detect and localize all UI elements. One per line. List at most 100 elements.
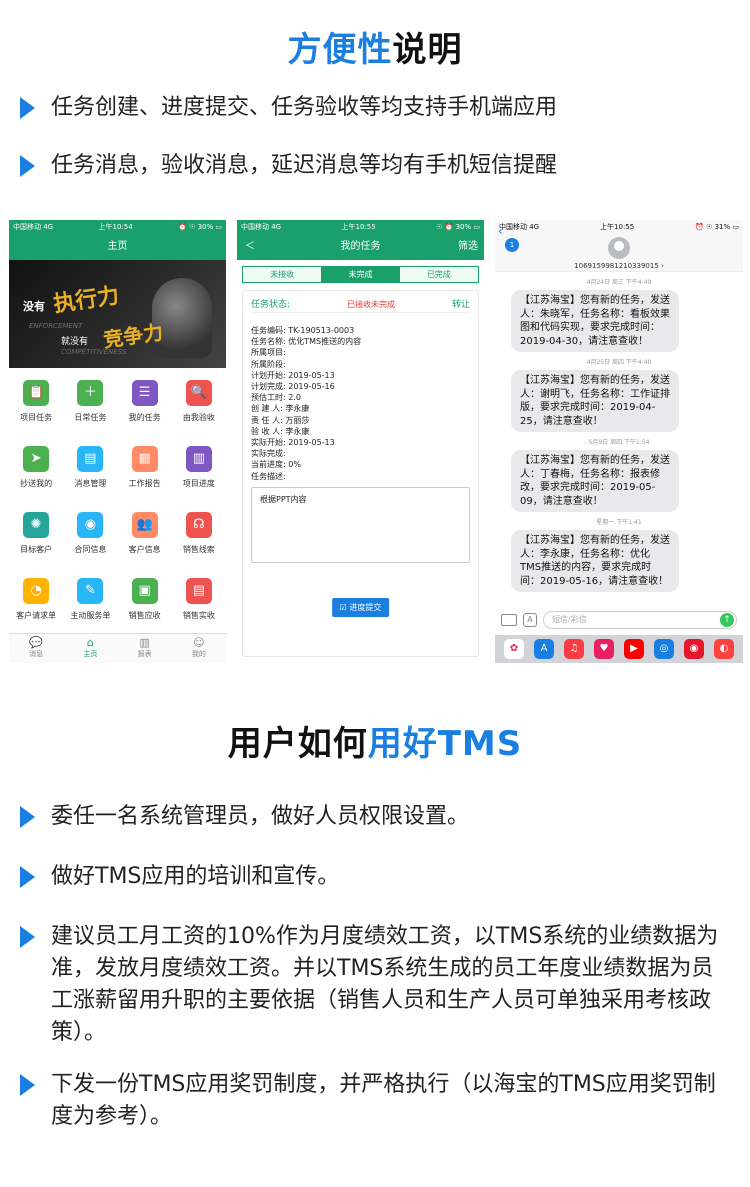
tray-app-icon[interactable]: ◉ (684, 639, 704, 659)
camera-icon[interactable] (501, 614, 517, 626)
transfer-button[interactable]: 转让 (452, 297, 470, 310)
banner-text: ENFORCEMENT (29, 322, 83, 330)
status-label: 任务状态: (251, 300, 291, 310)
module-icon: ▦ (131, 446, 158, 472)
tab-item[interactable]: ▥ 报表 (118, 634, 172, 663)
bottom-tab-bar: 💬 消息 ⌂ 主页 ▥ 报表 ☺ 我的 (9, 633, 226, 663)
tray-app-icon[interactable]: ♫ (564, 639, 584, 659)
triangle-bullet-icon (20, 806, 35, 828)
avatar (608, 237, 630, 259)
module-label: 合同信息 (74, 545, 107, 554)
module-item[interactable]: 👥 客户信息 (118, 512, 172, 574)
module-label: 工作报告 (128, 479, 161, 488)
module-icon: ✎ (77, 578, 104, 604)
module-item[interactable]: ◔ 客户请求单 (9, 578, 63, 640)
message-input[interactable]: 短信/彩信 ↑ (543, 611, 737, 629)
task-field: 当前进度: 0% (251, 460, 301, 470)
tray-app-icon[interactable]: ♥ (594, 639, 614, 659)
tab-item[interactable]: 💬 消息 (9, 634, 63, 663)
module-item[interactable]: ▥ 项目进度 (172, 446, 226, 508)
bullet-item: 下发一份TMS应用奖罚制度，并严格执行（以海宝的TMS应用奖罚制度为参考）。 (20, 1069, 730, 1133)
back-icon[interactable]: ＜ (245, 234, 255, 260)
bullet-text: 做好TMS应用的培训和宣传。 (51, 864, 340, 889)
tab-item[interactable]: ☺ 我的 (172, 634, 226, 663)
tab-completed[interactable]: 已完成 (399, 267, 478, 282)
message-bubble[interactable]: 【江苏海宝】您有新的任务，发送人：丁春梅，任务名称：报表修改，要求完成时间：20… (511, 450, 679, 512)
tab-label: 消息 (29, 650, 44, 658)
module-icon: ☰ (131, 380, 158, 406)
module-item[interactable]: ▤ 消息管理 (63, 446, 117, 508)
status-segment-control: 未接收 未完成 已完成 (242, 266, 479, 283)
module-item[interactable]: 📋 项目任务 (9, 380, 63, 442)
tab-label: 报表 (137, 650, 152, 658)
status-bar: 中国移动 4G 上午10:55 ⏰ ☉ 31% ▭ (495, 220, 743, 234)
time-label: 上午10:55 (341, 223, 376, 231)
module-item[interactable]: ▣ 销售应收 (118, 578, 172, 640)
module-label: 销售线索 (182, 545, 215, 554)
bullet-item: 委任一名系统管理员，做好人员权限设置。 (20, 801, 730, 833)
tab-not-completed[interactable]: 未完成 (321, 267, 400, 282)
tray-app-icon[interactable]: ▶ (624, 639, 644, 659)
message-bubble[interactable]: 【江苏海宝】您有新的任务，发送人：谢明飞，任务名称：工作证排版，要求完成时间：2… (511, 370, 679, 432)
module-grid: 📋 项目任务 ＋ 日常任务 ☰ 我的任务 🔍 由我验收 ➤ 抄送我的 ▤ 消息管理 ▦ 工作报告 ▥ 项目进度… (9, 368, 226, 640)
sender-number[interactable]: 1069159981210339015 › (495, 262, 743, 270)
battery-label: ⏰ ☉ 31% ▭ (695, 223, 739, 231)
task-field: 创 建 人: 李永康 (251, 404, 310, 414)
status-bar: 中国移动 4G 上午10:55 ☉ ⏰ 30% ▭ (237, 220, 484, 234)
carrier-label: 中国移动 4G (241, 223, 282, 231)
bullet-text: 任务创建、进度提交、任务验收等均支持手机端应用 (51, 95, 558, 120)
tray-app-icon[interactable]: ◎ (654, 639, 674, 659)
module-item[interactable]: ✺ 目标客户 (9, 512, 63, 574)
title-accent: 用好TMS (367, 724, 523, 764)
module-item[interactable]: 🔍 由我验收 (172, 380, 226, 442)
message-input-placeholder: 短信/彩信 (552, 615, 587, 624)
bullet-text: 任务消息，验收消息，延迟消息等均有手机短信提醒 (51, 153, 558, 178)
tab-not-received[interactable]: 未接收 (243, 267, 322, 282)
module-item[interactable]: ＋ 日常任务 (63, 380, 117, 442)
bullet-item: 任务消息，验收消息，延迟消息等均有手机短信提醒 (20, 150, 730, 182)
tray-app-icon[interactable]: ✿ (504, 639, 524, 659)
task-field: 所属项目: (251, 348, 286, 358)
module-item[interactable]: ➤ 抄送我的 (9, 446, 63, 508)
task-field: 预估工时: 2.0 (251, 393, 301, 403)
message-bubble[interactable]: 【江苏海宝】您有新的任务，发送人：李永康，任务名称：优化TMS推送的内容，要求完… (511, 530, 679, 592)
time-label: 上午10:54 (98, 223, 133, 231)
tab-item[interactable]: ⌂ 主页 (63, 634, 117, 663)
section-title-usage: 用户如何用好TMS (0, 716, 750, 765)
module-item[interactable]: ☊ 销售线索 (172, 512, 226, 574)
title-rest: 说明 (392, 30, 463, 70)
description-field[interactable]: 根据PPT内容 (251, 486, 470, 563)
module-icon: ▤ (185, 578, 212, 604)
module-label: 客户信息 (128, 545, 161, 554)
message-list: 4月24日 周三 下午4:49 【江苏海宝】您有新的任务，发送人：朱晓军，任务名称… (495, 277, 743, 592)
nav-title: 我的任务 (340, 241, 381, 252)
module-icon: 👥 (131, 512, 158, 538)
module-icon: 📋 (23, 380, 50, 406)
module-item[interactable]: ☰ 我的任务 (118, 380, 172, 442)
triangle-bullet-icon (20, 97, 35, 119)
module-label: 抄送我的 (20, 479, 53, 488)
module-item[interactable]: ✎ 主动服务单 (63, 578, 117, 640)
module-item[interactable]: ▦ 工作报告 (118, 446, 172, 508)
banner-text: 就没有 (61, 337, 89, 347)
tray-app-icon[interactable]: ◐ (714, 639, 734, 659)
filter-button[interactable]: 筛选 (458, 234, 478, 260)
progress-submit-button[interactable]: ☑ 进度提交 (331, 598, 390, 617)
message-bubble[interactable]: 【江苏海宝】您有新的任务，发送人：朱晓军，任务名称：看板效果图和代码实现，要求完… (511, 290, 679, 352)
task-field: 任务编码: TK-190513-0003 (251, 326, 355, 335)
triangle-bullet-icon (20, 155, 35, 177)
app-store-icon[interactable]: A (523, 613, 537, 627)
send-icon[interactable]: ↑ (720, 613, 734, 627)
nav-title: 主页 (107, 241, 128, 252)
status-badge: 已接收未完成 (347, 300, 396, 309)
module-item[interactable]: ◉ 合同信息 (63, 512, 117, 574)
tray-app-icon[interactable]: A (534, 639, 554, 659)
task-field: 责 任 人: 万丽莎 (251, 415, 310, 425)
back-chevron-icon[interactable]: ‹ (498, 224, 503, 238)
module-item[interactable]: ▤ 销售实收 (172, 578, 226, 640)
task-field: 计划开始: 2019-05-13 (251, 370, 335, 380)
unread-badge[interactable]: 1 (505, 238, 519, 252)
section-title-convenience: 方便性说明 (0, 22, 750, 71)
banner-text: 执行力 (51, 283, 121, 318)
phone-screenshot-sms: 中国移动 4G 上午10:55 ⏰ ☉ 31% ▭ ‹ 1 1069159981… (495, 220, 743, 663)
